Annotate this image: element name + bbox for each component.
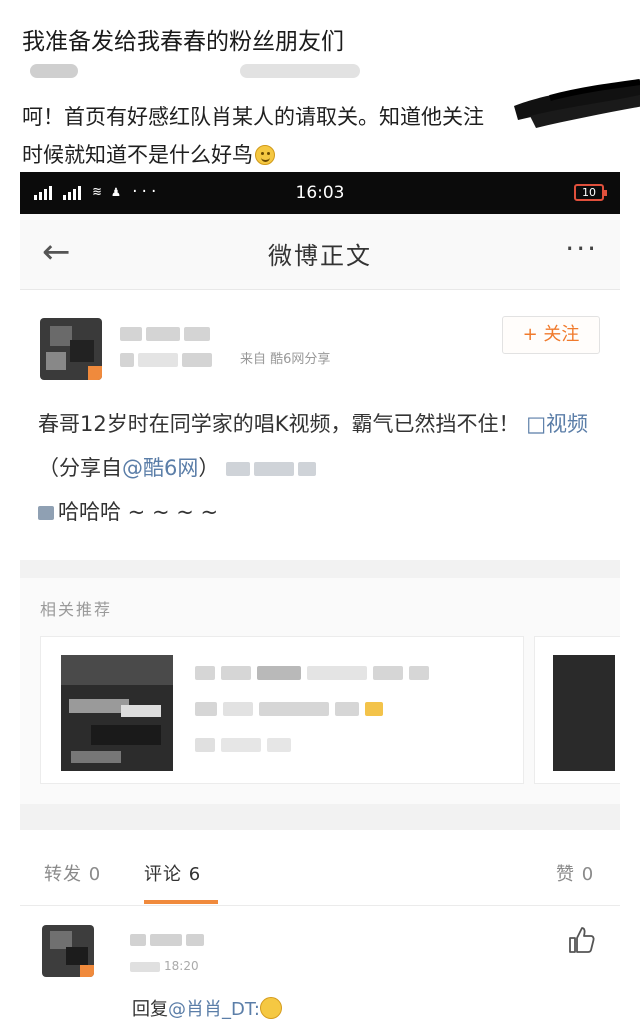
scribble-redaction: [514, 79, 640, 128]
tab-likes[interactable]: 赞 0: [556, 860, 594, 886]
post-body: 春哥12岁时在同学家的唱K视频，霸气已然挡不住！ □视频 （分享自@酷6网） 哈…: [38, 402, 608, 534]
battery-icon: 10: [574, 184, 607, 201]
weibo-post: 来自 酷6网分享 + 关注 春哥12岁时在同学家的唱K视频，霸气已然挡不住！ □…: [20, 290, 620, 560]
comment-time: 18:20: [130, 959, 199, 973]
comment-date-blurred: [130, 961, 160, 972]
smile-emoji-icon: [255, 145, 275, 165]
related-text-blurred: [195, 665, 495, 773]
related-card[interactable]: [40, 636, 524, 784]
tab-repost[interactable]: 转发 0: [44, 860, 101, 886]
comment-avatar[interactable]: [42, 925, 94, 977]
video-link[interactable]: □视频: [526, 412, 588, 436]
related-section: 相关推荐: [20, 578, 620, 804]
blurred-prefix: [38, 506, 54, 520]
active-tab-indicator: [144, 900, 218, 904]
page-title: 我准备发给我春春的粉丝朋友们: [22, 29, 344, 55]
caption-line-2-text: 时候就知道不是什么好鸟: [22, 143, 253, 167]
related-thumbnail: [61, 655, 173, 771]
more-options-icon[interactable]: ···: [565, 232, 598, 265]
weibo-screenshot: ≋ ♟ ··· 16:03 10 ← 微博正文 ··· 来自 酷6网分享 + 关…: [20, 172, 620, 1026]
follow-button[interactable]: + 关注: [502, 316, 600, 354]
interaction-tabs: 转发 0 评论 6 赞 0: [20, 830, 620, 906]
nav-bar: ← 微博正文 ···: [20, 214, 620, 290]
comment-badge-icon: [80, 965, 94, 977]
thinking-emoji-icon: [259, 997, 282, 1019]
reply-mention-link[interactable]: @肖肖_DT:: [168, 999, 260, 1020]
comment-item: 18:20 回复@肖肖_DT:: [20, 907, 620, 1026]
verified-badge-icon: [88, 366, 102, 380]
comment-reply: 回复@肖肖_DT:: [132, 995, 282, 1021]
nav-title: 微博正文: [268, 242, 372, 270]
comment-username-blurred[interactable]: [130, 931, 208, 950]
blurred-link-2: [254, 462, 295, 476]
share-prefix: （分享自: [38, 456, 122, 480]
comment-time-text: 18:20: [164, 959, 199, 973]
blurred-link-3: [298, 462, 317, 476]
share-suffix: ）: [198, 456, 220, 480]
author-row-blurred: [30, 64, 390, 80]
related-card-2[interactable]: [534, 636, 620, 784]
post-source: 来自 酷6网分享: [240, 352, 331, 367]
thumbs-up-icon[interactable]: [566, 925, 596, 955]
avatar[interactable]: [40, 318, 102, 380]
battery-level: 10: [582, 186, 596, 199]
caption-line-2: 时候就知道不是什么好鸟: [22, 136, 622, 174]
related-title: 相关推荐: [40, 600, 113, 619]
post-text: 春哥12岁时在同学家的唱K视频，霸气已然挡不住！: [38, 412, 520, 436]
status-bar: ≋ ♟ ··· 16:03 10: [20, 172, 620, 214]
blurred-link: [226, 462, 251, 476]
status-time: 16:03: [295, 183, 345, 203]
section-divider: [20, 560, 620, 578]
username-blurred[interactable]: [120, 326, 216, 371]
section-divider-2: [20, 804, 620, 830]
post-text-end: 哈哈哈 ~ ~ ~ ~: [58, 500, 219, 524]
share-source-link[interactable]: @酷6网: [122, 456, 198, 480]
reply-prefix: 回复: [132, 999, 168, 1020]
tab-comments[interactable]: 评论 6: [144, 860, 201, 886]
related-thumbnail-2: [553, 655, 615, 771]
